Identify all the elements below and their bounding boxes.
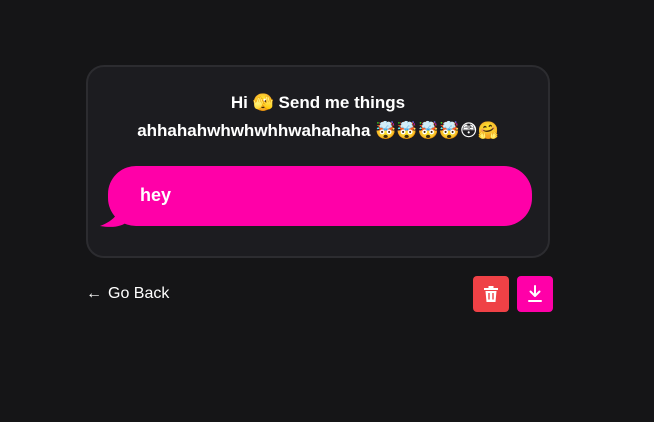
prompt-text: Hi 🫣 Send me things ahhahahwhwhwhhwahaha… bbox=[88, 89, 548, 145]
trash-icon bbox=[484, 286, 498, 302]
message-card: Hi 🫣 Send me things ahhahahwhwhwhhwahaha… bbox=[86, 65, 550, 258]
download-button[interactable] bbox=[517, 276, 553, 312]
delete-button[interactable] bbox=[473, 276, 509, 312]
message-bubble: hey bbox=[108, 166, 532, 226]
download-icon bbox=[528, 285, 542, 302]
left-arrow-icon: ← bbox=[86, 285, 102, 302]
go-back-label: Go Back bbox=[108, 285, 170, 302]
message-text: hey bbox=[140, 185, 172, 205]
go-back-link[interactable]: ← Go Back bbox=[86, 284, 169, 304]
prompt-line-2: ahhahahwhwhwhhwahahaha 🤯🤯🤯🤯😳🤗 bbox=[137, 121, 499, 140]
prompt-line-1: Hi 🫣 Send me things bbox=[230, 93, 406, 112]
